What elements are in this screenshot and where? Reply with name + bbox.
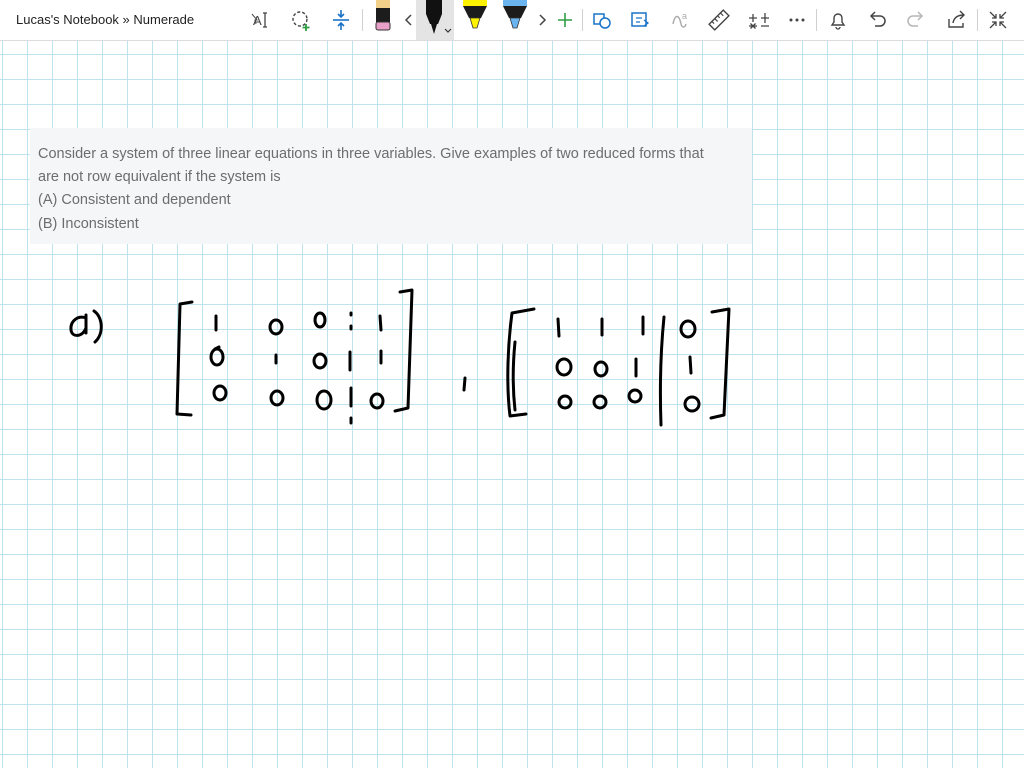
- handwriting-layer: [69, 288, 731, 427]
- ink-label-a: [69, 309, 103, 344]
- ink-matrix-1: [175, 288, 414, 425]
- ink-matrix-2: [506, 307, 731, 427]
- ink-comma: [462, 376, 467, 392]
